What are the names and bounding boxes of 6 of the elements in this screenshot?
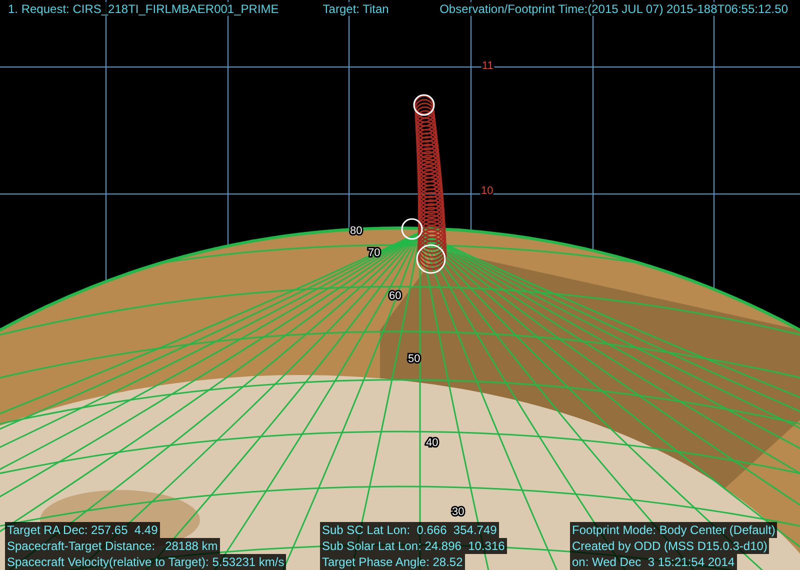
- request-name: 1. Request: CIRS_218TI_FIRLMBAER001_PRIME: [6, 2, 281, 16]
- observation-time: Observation/Footprint Time:(2015 JUL 07) 2015-188T06:55:12.50: [438, 2, 790, 16]
- latitude-label: 30: [452, 506, 464, 518]
- target-name: Target: Titan: [320, 2, 391, 16]
- latitude-label: 40: [426, 437, 438, 449]
- latitude-label: 70: [368, 247, 380, 259]
